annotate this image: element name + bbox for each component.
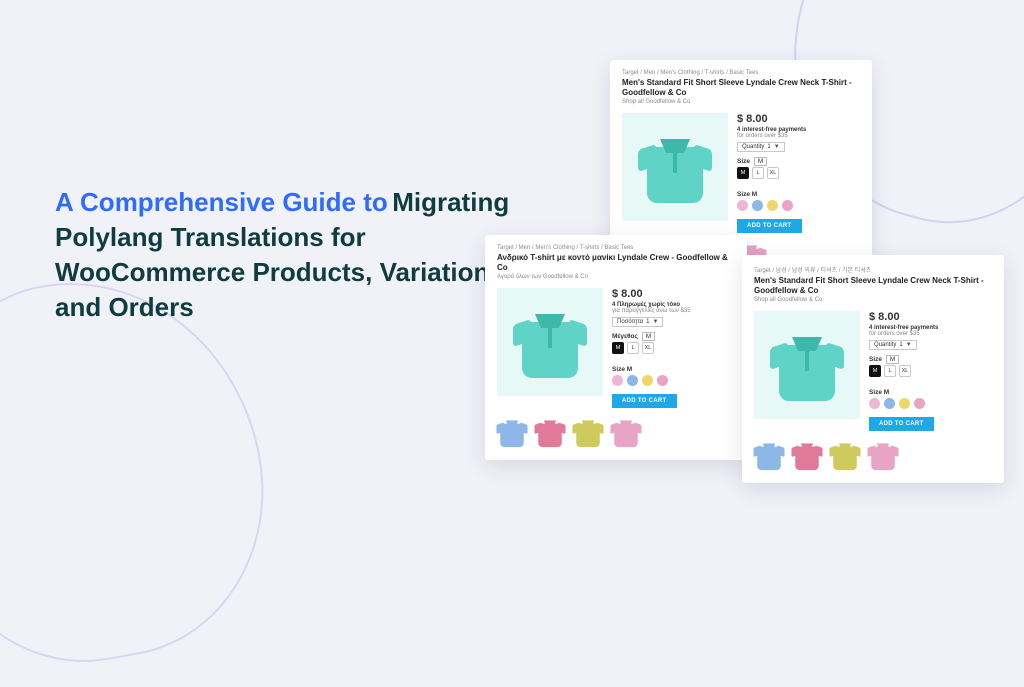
color-label: Size M — [869, 389, 992, 396]
shirt-icon — [774, 329, 840, 401]
variant-thumb[interactable] — [830, 439, 860, 471]
quantity-label: Ποσότητα — [617, 319, 643, 325]
shirt-icon — [793, 440, 821, 470]
product-info: $ 8.00 4 interest-free payments for orde… — [869, 311, 992, 431]
add-to-cart-button[interactable]: ADD TO CART — [737, 219, 802, 233]
chevron-down-icon: ▼ — [906, 342, 912, 348]
size-option[interactable]: L — [627, 342, 639, 354]
shirt-icon — [517, 306, 583, 378]
color-swatch[interactable] — [627, 375, 638, 386]
size-label: Size M — [869, 356, 992, 363]
shirt-icon — [642, 131, 708, 203]
payments-sub: for orders over $35 — [869, 331, 992, 337]
shirt-icon — [498, 417, 526, 447]
size-current: M — [754, 157, 767, 166]
price: $ 8.00 — [737, 113, 860, 125]
shop-link[interactable]: Αγορά όλων των Goodfellow & Co — [497, 274, 735, 280]
variant-thumb[interactable] — [497, 416, 527, 448]
variant-thumb[interactable] — [754, 439, 784, 471]
add-to-cart-button[interactable]: ADD TO CART — [612, 394, 677, 408]
variant-thumb[interactable] — [535, 416, 565, 448]
color-swatch[interactable] — [767, 200, 778, 211]
product-card: Target / Men / Men's Clothing / T-shirts… — [485, 235, 747, 460]
price: $ 8.00 — [869, 311, 992, 323]
color-swatch[interactable] — [657, 375, 668, 386]
color-swatch[interactable] — [782, 200, 793, 211]
size-options: MLXL — [612, 342, 735, 360]
size-option[interactable]: L — [884, 365, 896, 377]
shirt-icon — [755, 440, 783, 470]
breadcrumb[interactable]: Target / Men / Men's Clothing / T-shirts… — [497, 245, 735, 251]
variant-thumb[interactable] — [611, 416, 641, 448]
shirt-icon — [869, 440, 897, 470]
size-current: M — [642, 332, 655, 341]
size-option[interactable]: XL — [899, 365, 911, 377]
quantity-select[interactable]: Quantity 1 ▼ — [737, 142, 785, 152]
headline-intro: A Comprehensive Guide to — [55, 187, 388, 217]
variant-thumb[interactable] — [792, 439, 822, 471]
quantity-value: 1 — [767, 144, 770, 150]
color-swatch[interactable] — [899, 398, 910, 409]
quantity-select[interactable]: Ποσότητα 1 ▼ — [612, 317, 663, 327]
product-title: Men's Standard Fit Short Sleeve Lyndale … — [622, 78, 860, 98]
product-info: $ 8.00 4 interest-free payments for orde… — [737, 113, 860, 233]
quantity-value: 1 — [899, 342, 902, 348]
product-title: Ανδρικό T-shirt με κοντό μανίκι Lyndale … — [497, 253, 735, 273]
color-swatches — [737, 200, 860, 211]
product-image[interactable] — [754, 311, 860, 419]
variant-thumb[interactable] — [573, 416, 603, 448]
quantity-label: Quantity — [742, 144, 764, 150]
variant-thumbs — [497, 416, 735, 448]
color-swatch[interactable] — [737, 200, 748, 211]
chevron-down-icon: ▼ — [774, 144, 780, 150]
add-to-cart-button[interactable]: ADD TO CART — [869, 417, 934, 431]
breadcrumb[interactable]: Target / 남성 / 남성 의류 / 티셔츠 / 기본 티셔츠 — [754, 265, 992, 274]
quantity-select[interactable]: Quantity 1 ▼ — [869, 340, 917, 350]
product-title: Men's Standard Fit Short Sleeve Lyndale … — [754, 276, 992, 296]
color-swatches — [869, 398, 992, 409]
size-option[interactable]: L — [752, 167, 764, 179]
variant-thumbs — [754, 439, 992, 471]
color-label: Size M — [737, 191, 860, 198]
shirt-icon — [831, 440, 859, 470]
shop-link[interactable]: Shop all Goodfellow & Co — [622, 99, 860, 105]
variant-thumb[interactable] — [868, 439, 898, 471]
quantity-value: 1 — [646, 319, 649, 325]
color-label: Size M — [612, 366, 735, 373]
size-option[interactable]: M — [737, 167, 749, 179]
size-option[interactable]: M — [869, 365, 881, 377]
price: $ 8.00 — [612, 288, 735, 300]
size-option[interactable]: M — [612, 342, 624, 354]
color-swatch[interactable] — [752, 200, 763, 211]
size-option[interactable]: XL — [642, 342, 654, 354]
headline: A Comprehensive Guide to Migrating Polyl… — [55, 185, 515, 325]
quantity-label: Quantity — [874, 342, 896, 348]
size-options: MLXL — [869, 365, 992, 383]
breadcrumb[interactable]: Target / Men / Men's Clothing / T-shirts… — [622, 70, 860, 76]
shirt-icon — [612, 417, 640, 447]
size-label: Μέγεθος M — [612, 333, 735, 340]
product-image[interactable] — [622, 113, 728, 221]
shirt-icon — [574, 417, 602, 447]
product-image[interactable] — [497, 288, 603, 396]
color-swatch[interactable] — [642, 375, 653, 386]
payments-sub: για παραγγελίες άνω των $35 — [612, 308, 735, 314]
size-label: Size M — [737, 158, 860, 165]
product-info: $ 8.00 4 Πληρωμές χωρίς τόκο για παραγγε… — [612, 288, 735, 408]
color-swatch[interactable] — [884, 398, 895, 409]
size-options: MLXL — [737, 167, 860, 185]
product-card: Target / 남성 / 남성 의류 / 티셔츠 / 기본 티셔츠 Men's… — [742, 255, 1004, 483]
color-swatch[interactable] — [612, 375, 623, 386]
product-cards: Target / Men / Men's Clothing / T-shirts… — [485, 60, 1024, 520]
size-option[interactable]: XL — [767, 167, 779, 179]
payments-sub: for orders over $35 — [737, 133, 860, 139]
shop-link[interactable]: Shop all Goodfellow & Co — [754, 297, 992, 303]
color-swatch[interactable] — [914, 398, 925, 409]
shirt-icon — [536, 417, 564, 447]
size-current: M — [886, 355, 899, 364]
chevron-down-icon: ▼ — [652, 319, 658, 325]
color-swatch[interactable] — [869, 398, 880, 409]
color-swatches — [612, 375, 735, 386]
